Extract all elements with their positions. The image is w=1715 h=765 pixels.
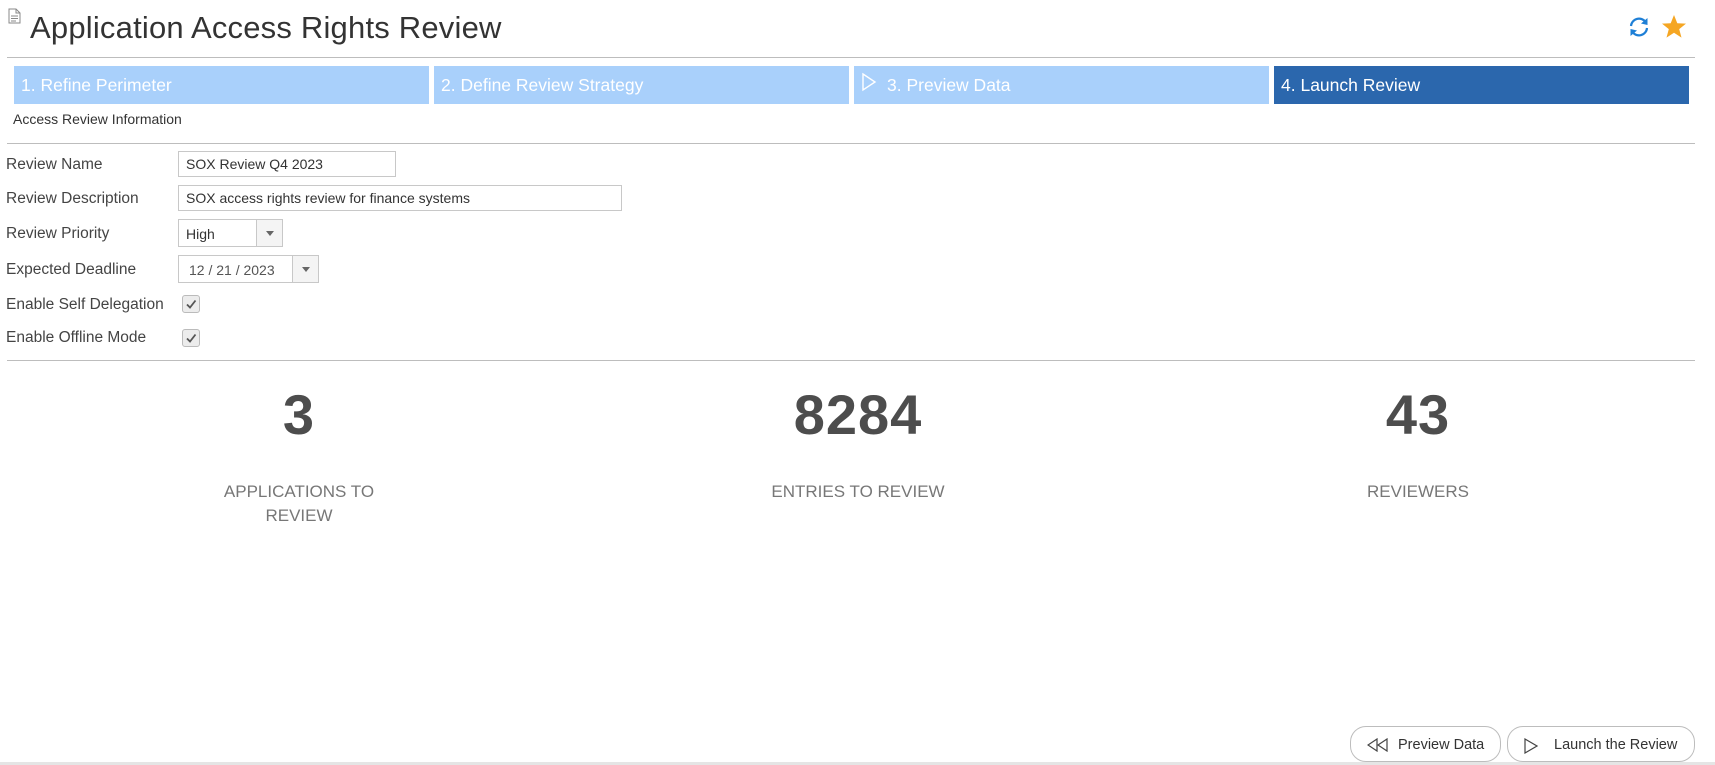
applications-count-label: APPLICATIONS TO REVIEW bbox=[199, 480, 399, 528]
play-icon bbox=[862, 72, 877, 92]
entries-count-value: 8284 bbox=[793, 383, 923, 446]
wizard-step-launch-review[interactable]: 4. Launch Review bbox=[1274, 66, 1689, 104]
applications-count: 3 bbox=[199, 382, 399, 447]
review-description-label: Review Description bbox=[6, 190, 139, 207]
self-delegation-checkbox[interactable] bbox=[182, 295, 200, 313]
wizard-step-define-review-strategy[interactable]: 2. Define Review Strategy bbox=[434, 66, 849, 104]
entries-count: 8284 bbox=[708, 382, 1008, 447]
preview-data-button-label: Preview Data bbox=[1398, 737, 1485, 753]
review-name-label: Review Name bbox=[6, 156, 103, 173]
launch-review-button[interactable]: Launch the Review bbox=[1507, 726, 1695, 762]
expected-deadline-picker[interactable]: 12 / 21 / 2023 bbox=[178, 255, 319, 283]
entries-count-label: ENTRIES TO REVIEW bbox=[771, 482, 945, 501]
refresh-icon[interactable] bbox=[1626, 14, 1652, 40]
self-delegation-label: Enable Self Delegation bbox=[6, 296, 164, 313]
play-icon bbox=[1524, 738, 1538, 754]
reviewers-count-value: 43 bbox=[1385, 383, 1451, 446]
preview-data-button[interactable]: Preview Data bbox=[1350, 726, 1501, 762]
review-priority-select[interactable]: High bbox=[178, 219, 283, 247]
page-title: Application Access Rights Review bbox=[30, 10, 502, 45]
checkmark-icon bbox=[186, 333, 197, 343]
header-divider bbox=[7, 57, 1695, 58]
review-name-input[interactable] bbox=[178, 151, 396, 177]
section-title: Access Review Information bbox=[13, 111, 182, 127]
reviewers-count-label: REVIEWERS bbox=[1366, 482, 1470, 501]
chevron-down-icon[interactable] bbox=[256, 220, 282, 246]
section-divider bbox=[7, 143, 1695, 144]
applications-label-line2: REVIEW bbox=[265, 506, 333, 525]
wizard-step-label: 1. Refine Perimeter bbox=[21, 75, 172, 95]
form-divider bbox=[7, 360, 1695, 361]
review-priority-label: Review Priority bbox=[6, 225, 110, 242]
review-description-input[interactable] bbox=[178, 185, 622, 211]
double-back-icon bbox=[1367, 738, 1388, 752]
star-icon[interactable] bbox=[1660, 13, 1688, 41]
review-priority-value: High bbox=[186, 226, 215, 242]
applications-label-line1: APPLICATIONS TO bbox=[223, 482, 375, 501]
document-icon bbox=[8, 8, 21, 24]
page-header: Application Access Rights Review bbox=[0, 0, 1715, 58]
chevron-down-icon[interactable] bbox=[292, 256, 318, 282]
wizard-step-preview-data[interactable]: 3. Preview Data bbox=[854, 66, 1269, 104]
wizard-step-label: 3. Preview Data bbox=[887, 75, 1011, 95]
offline-mode-label: Enable Offline Mode bbox=[6, 329, 147, 346]
wizard-step-refine-perimeter[interactable]: 1. Refine Perimeter bbox=[14, 66, 429, 104]
wizard-step-label: 2. Define Review Strategy bbox=[441, 75, 644, 95]
launch-review-button-label: Launch the Review bbox=[1554, 737, 1678, 753]
applications-count-value: 3 bbox=[282, 383, 316, 446]
checkmark-icon bbox=[186, 299, 197, 309]
offline-mode-checkbox[interactable] bbox=[182, 329, 200, 347]
expected-deadline-value: 12 / 21 / 2023 bbox=[189, 262, 275, 278]
wizard-step-label: 4. Launch Review bbox=[1281, 75, 1421, 95]
wizard-steps: 1. Refine Perimeter 2. Define Review Str… bbox=[14, 66, 1689, 104]
reviewers-count: 43 bbox=[1318, 382, 1518, 447]
expected-deadline-label: Expected Deadline bbox=[6, 261, 137, 278]
